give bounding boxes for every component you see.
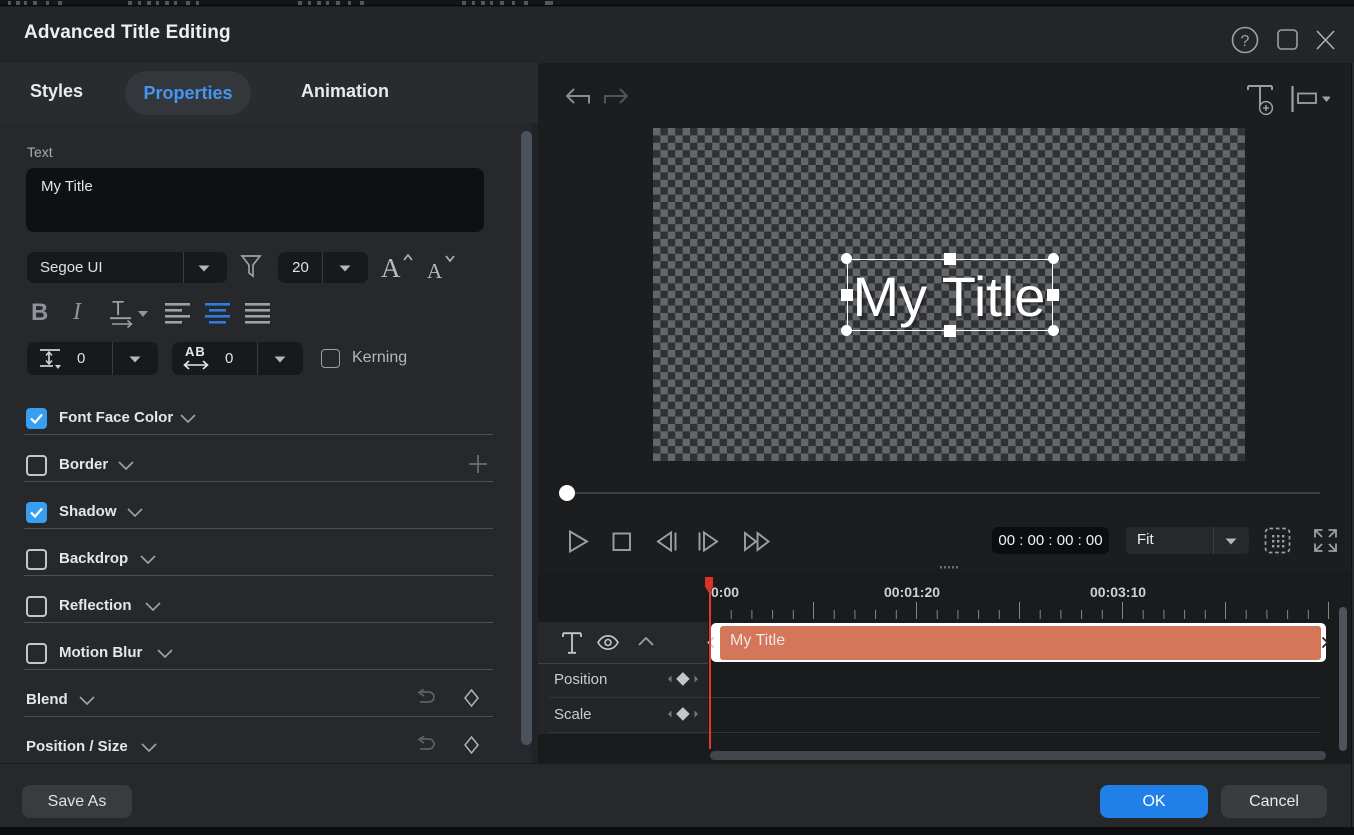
svg-text:?: ? [1241,33,1250,50]
